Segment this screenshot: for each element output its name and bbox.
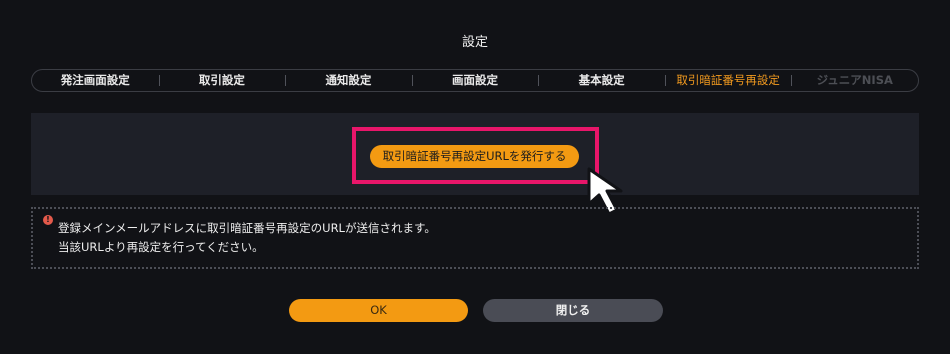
tab-trade-pin-reset[interactable]: 取引暗証番号再設定 [664, 70, 792, 91]
tab-order-screen-settings[interactable]: 発注画面設定 [32, 70, 159, 91]
settings-tab-bar: 発注画面設定 取引設定 通知設定 画面設定 基本設定 取引暗証番号再設定 ジュニ… [31, 69, 919, 92]
notice-text-line-2: 当該URLより再設定を行ってください。 [58, 240, 264, 254]
highlight-box [352, 127, 599, 184]
dialog-title: 設定 [461, 35, 488, 50]
tab-trade-settings[interactable]: 取引設定 [158, 70, 286, 91]
tab-notification-settings[interactable]: 通知設定 [285, 70, 412, 91]
tab-screen-settings[interactable]: 画面設定 [411, 70, 539, 91]
info-icon: ! [43, 215, 53, 225]
ok-button[interactable]: OK [289, 299, 468, 322]
close-button[interactable]: 閉じる [483, 299, 663, 322]
tab-junior-nisa: ジュニアNISA [791, 70, 918, 91]
tab-basic-settings[interactable]: 基本設定 [538, 70, 665, 91]
notice-box [31, 207, 919, 269]
notice-text-line-1: 登録メインメールアドレスに取引暗証番号再設定のURLが送信されます。 [58, 221, 436, 235]
